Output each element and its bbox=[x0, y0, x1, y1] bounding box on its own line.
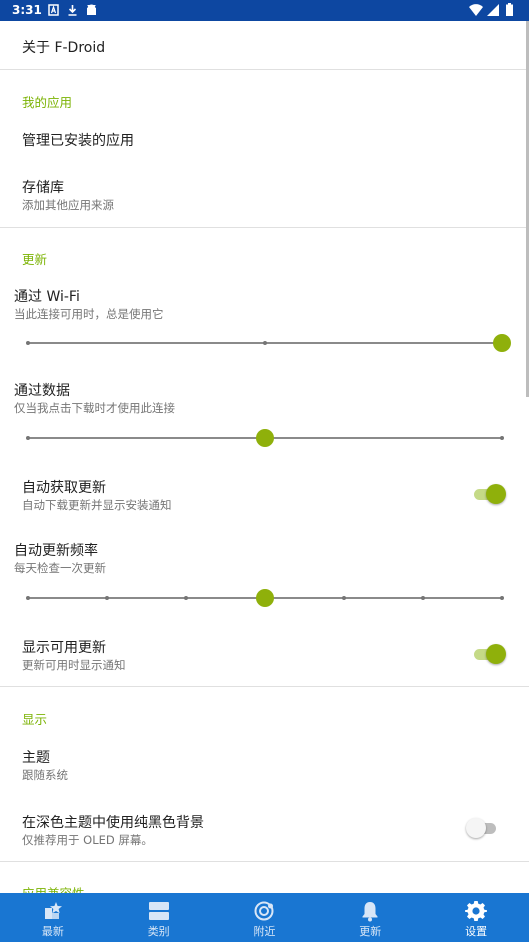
nav-whats-new[interactable]: 最新 bbox=[0, 893, 106, 942]
slider-tick bbox=[263, 341, 267, 345]
nav-label: 更新 bbox=[359, 925, 382, 938]
slider-thumb[interactable] bbox=[256, 429, 274, 447]
updates-bell-icon bbox=[362, 902, 378, 922]
repositories-item[interactable]: 存储库 bbox=[22, 177, 64, 197]
slider-tick bbox=[421, 596, 425, 600]
signal-icon bbox=[487, 4, 499, 16]
nav-categories[interactable]: 类别 bbox=[106, 893, 212, 942]
show-available-updates-toggle[interactable] bbox=[472, 644, 506, 664]
slider-tick bbox=[500, 596, 504, 600]
divider bbox=[0, 69, 529, 70]
theme-item[interactable]: 主题 bbox=[22, 747, 50, 767]
nav-label: 类别 bbox=[147, 925, 170, 938]
wifi-icon bbox=[469, 4, 483, 16]
manage-installed-apps-item[interactable]: 管理已安装的应用 bbox=[22, 130, 134, 150]
show-available-updates-title: 显示可用更新 bbox=[22, 640, 106, 656]
categories-icon bbox=[148, 902, 169, 920]
nav-nearby[interactable]: 附近 bbox=[212, 893, 318, 942]
toggle-thumb bbox=[466, 818, 486, 838]
section-header-updates: 更新 bbox=[22, 252, 48, 267]
whats-new-icon bbox=[44, 902, 62, 919]
auto-fetch-summary: 自动下载更新并显示安装通知 bbox=[22, 498, 172, 512]
nav-label: 设置 bbox=[465, 925, 488, 938]
section-header-my-apps: 我的应用 bbox=[22, 95, 73, 110]
status-bar: 3:31 bbox=[0, 0, 529, 21]
status-time: 3:31 bbox=[12, 3, 42, 17]
divider bbox=[0, 861, 529, 862]
nav-settings[interactable]: 设置 bbox=[423, 893, 529, 942]
slider-tick bbox=[26, 341, 30, 345]
about-fdroid-item[interactable]: 关于 F-Droid bbox=[22, 37, 105, 57]
battery-icon bbox=[506, 3, 513, 16]
toggle-thumb bbox=[486, 644, 506, 664]
android-icon bbox=[87, 4, 96, 15]
toggle-thumb bbox=[486, 484, 506, 504]
section-header-compatibility: 应用兼容性 bbox=[22, 883, 85, 893]
bottom-navigation: 最新 类别 附近 更新 设置 bbox=[0, 893, 529, 942]
slider-tick bbox=[104, 596, 109, 600]
slider-tick bbox=[26, 596, 30, 600]
nav-label: 附近 bbox=[253, 925, 276, 938]
update-frequency-slider[interactable] bbox=[26, 588, 504, 608]
slider-tick bbox=[341, 596, 346, 600]
divider bbox=[0, 227, 529, 228]
auto-fetch-toggle[interactable] bbox=[472, 484, 506, 504]
pure-black-summary: 仅推荐用于 OLED 屏幕。 bbox=[22, 833, 153, 847]
update-frequency-summary: 每天检查一次更新 bbox=[14, 561, 106, 575]
pure-black-toggle[interactable] bbox=[466, 818, 500, 838]
repositories-summary: 添加其他应用来源 bbox=[22, 198, 114, 212]
slider-thumb[interactable] bbox=[256, 589, 274, 607]
settings-list[interactable]: 关于 F-Droid 我的应用 管理已安装的应用 存储库 添加其他应用来源 更新… bbox=[0, 21, 529, 893]
settings-gear-icon bbox=[465, 901, 488, 921]
nearby-icon bbox=[254, 901, 274, 921]
notification-a-icon bbox=[48, 4, 59, 16]
over-wifi-slider[interactable] bbox=[26, 333, 511, 353]
update-frequency-title: 自动更新频率 bbox=[14, 543, 98, 559]
show-available-updates-summary: 更新可用时显示通知 bbox=[22, 658, 126, 672]
auto-fetch-title: 自动获取更新 bbox=[22, 480, 106, 496]
slider-thumb[interactable] bbox=[493, 334, 511, 352]
divider bbox=[0, 686, 529, 687]
over-wifi-summary: 当此连接可用时，总是使用它 bbox=[14, 307, 164, 321]
pure-black-title: 在深色主题中使用纯黑色背景 bbox=[22, 815, 204, 831]
theme-summary: 跟随系统 bbox=[22, 768, 68, 782]
over-data-summary: 仅当我点击下载时才使用此连接 bbox=[14, 401, 175, 415]
over-data-title: 通过数据 bbox=[14, 383, 70, 399]
slider-tick bbox=[500, 436, 504, 440]
download-icon bbox=[68, 5, 77, 16]
nav-label: 最新 bbox=[41, 925, 64, 938]
slider-tick bbox=[183, 596, 188, 600]
over-wifi-title: 通过 Wi-Fi bbox=[14, 289, 80, 305]
over-data-slider[interactable] bbox=[26, 428, 504, 448]
section-header-display: 显示 bbox=[22, 712, 48, 727]
slider-tick bbox=[26, 436, 30, 440]
nav-updates[interactable]: 更新 bbox=[317, 893, 423, 942]
